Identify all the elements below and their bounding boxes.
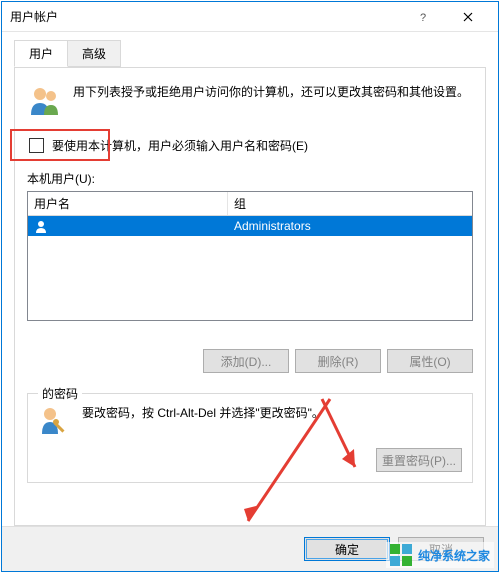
tabpanel-users: 用下列表授予或拒绝用户访问你的计算机，还可以更改其密码和其他设置。 要使用本计算… [14, 67, 486, 526]
close-button[interactable] [445, 3, 490, 31]
window-controls: ? [400, 3, 490, 31]
add-user-button[interactable]: 添加(D)... [203, 349, 289, 373]
users-listview[interactable]: 用户名 组 Administrators [27, 191, 473, 321]
watermark-text: 纯净系统之家 [418, 547, 490, 564]
remove-user-button[interactable]: 删除(R) [295, 349, 381, 373]
titlebar: 用户帐户 ? [2, 2, 498, 32]
user-icon [34, 219, 48, 233]
tab-advanced[interactable]: 高级 [67, 40, 121, 67]
listview-cell-group: Administrators [228, 217, 472, 235]
tabbar: 用户 高级 [14, 40, 486, 68]
ok-button[interactable]: 确定 [304, 537, 390, 561]
properties-button[interactable]: 属性(O) [387, 349, 473, 373]
column-group[interactable]: 组 [228, 192, 472, 215]
window-title: 用户帐户 [10, 8, 400, 25]
watermark-logo-icon [390, 544, 412, 566]
intro-row: 用下列表授予或拒绝用户访问你的计算机，还可以更改其密码和其他设置。 [27, 83, 473, 119]
listview-header: 用户名 组 [28, 192, 472, 216]
user-button-row: 添加(D)... 删除(R) 属性(O) [27, 349, 473, 373]
client-area: 用户 高级 用下列表授予或拒绝用户访问你的计算机，还可以更改其密码和其他设置。 … [2, 32, 498, 526]
column-username[interactable]: 用户名 [28, 192, 228, 215]
close-icon [463, 12, 473, 22]
help-button[interactable]: ? [400, 3, 445, 31]
require-password-row: 要使用本计算机，用户必须输入用户名和密码(E) [27, 133, 473, 158]
listview-cell-username [28, 217, 228, 235]
password-fieldset: 的密码 要改密码，按 Ctrl-Alt-Del 并选择"更改密码"。 重置密码(… [27, 393, 473, 483]
local-users-label: 本机用户(U): [27, 170, 473, 187]
require-password-checkbox[interactable] [29, 138, 44, 153]
reset-password-button[interactable]: 重置密码(P)... [376, 448, 462, 472]
svg-text:?: ? [420, 12, 426, 23]
intro-text: 用下列表授予或拒绝用户访问你的计算机，还可以更改其密码和其他设置。 [73, 83, 469, 119]
key-icon [38, 404, 72, 438]
users-icon [27, 83, 63, 119]
listview-row[interactable]: Administrators [28, 216, 472, 236]
tab-users[interactable]: 用户 [14, 40, 68, 67]
help-icon: ? [417, 11, 429, 23]
user-accounts-dialog: 用户帐户 ? 用户 高级 [1, 1, 499, 572]
password-legend: 的密码 [38, 385, 82, 402]
watermark: 纯净系统之家 [386, 542, 494, 568]
require-password-label: 要使用本计算机，用户必须输入用户名和密码(E) [52, 137, 308, 154]
password-text: 要改密码，按 Ctrl-Alt-Del 并选择"更改密码"。 [82, 404, 324, 423]
